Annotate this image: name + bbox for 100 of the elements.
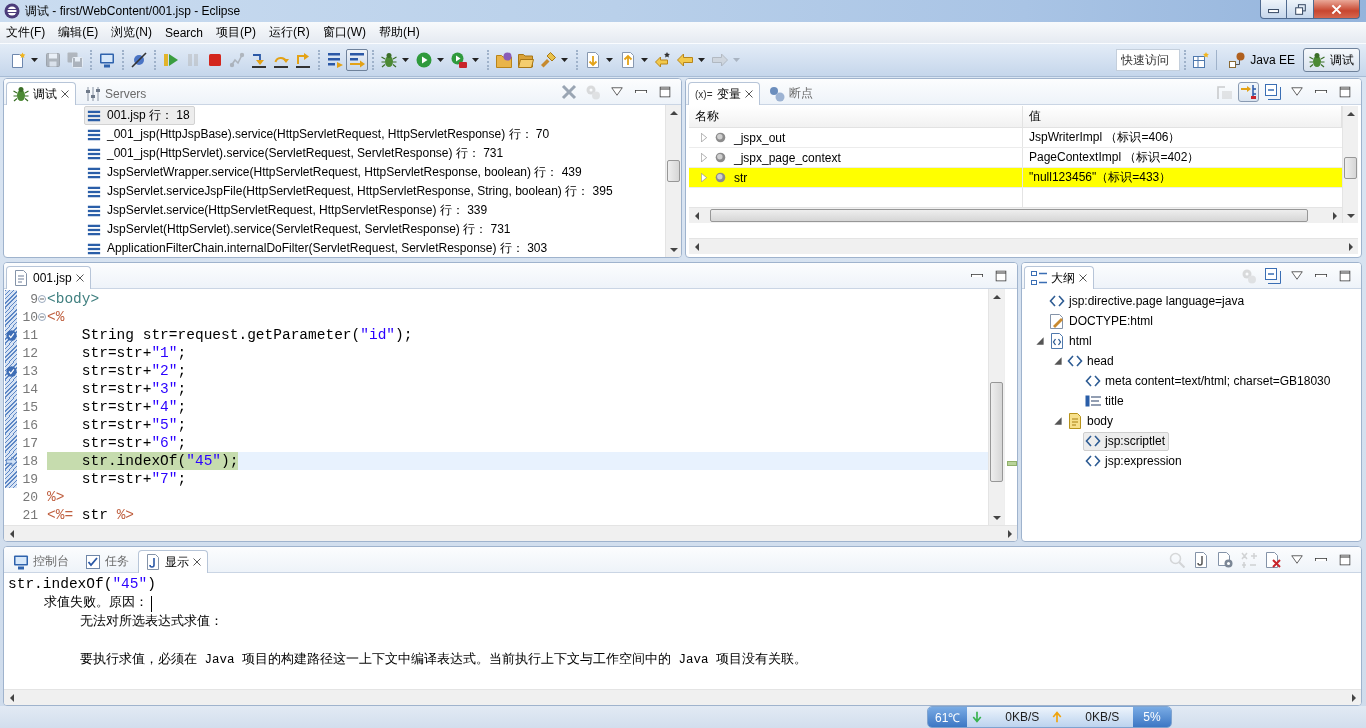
collapse-all-icon — [1264, 83, 1281, 100]
maximize-icon — [1338, 553, 1351, 566]
expanded-arrow-icon[interactable] — [1036, 337, 1044, 345]
collapsed-arrow-icon[interactable] — [701, 172, 707, 183]
expanded-arrow-icon[interactable] — [1054, 357, 1062, 365]
horizontal-scrollbar[interactable] — [4, 689, 1361, 705]
view-action-button[interactable] — [1262, 265, 1283, 286]
stack-frame[interactable]: JspServlet(HttpServlet).service(ServletRequest, ServletResponse) 行： 731 — [84, 220, 516, 239]
outline-node[interactable]: head — [1065, 351, 1118, 371]
view-tab[interactable]: 控制台 — [6, 550, 76, 572]
maximize-icon — [1338, 85, 1351, 98]
line-number: 21 — [21, 507, 38, 523]
download-arrow-icon — [971, 711, 984, 723]
view-action-button[interactable] — [1238, 81, 1259, 102]
quick-access-field[interactable]: 快速访问 — [1116, 49, 1181, 71]
fold-minus-icon[interactable] — [38, 313, 46, 321]
dropdown-caret-icon — [471, 58, 479, 62]
stack-frame[interactable]: _001_jsp(HttpServlet).service(ServletRequest, ServletResponse) 行： 731 — [84, 144, 509, 163]
zigzag-line-icon — [229, 52, 245, 68]
outline-node[interactable]: jsp:expression — [1083, 451, 1186, 471]
menu-item[interactable]: 运行(R) — [264, 22, 318, 43]
monitor-icon — [13, 553, 29, 570]
line-number: 19 — [21, 471, 38, 487]
variable-dot-icon — [715, 172, 726, 183]
expression-text: str.indexOf("45") — [8, 575, 156, 594]
page-down-arrow-icon — [585, 52, 601, 68]
line-number: 17 — [21, 435, 38, 451]
menu-item[interactable]: 项目(P) — [211, 22, 265, 43]
variable-row[interactable]: str "null123456"（标识=433） — [689, 168, 1342, 188]
code-line: str=str+"7"; — [80, 470, 187, 488]
close-icon[interactable] — [193, 558, 201, 566]
close-window-button[interactable] — [1314, 0, 1360, 19]
stack-frame[interactable]: JspServlet.service(HttpServletRequest, HttpServletResponse) 行： 339 — [84, 201, 493, 220]
view-tab[interactable]: 任务 — [78, 550, 136, 572]
flashlight-icon — [540, 52, 556, 68]
table-star-icon — [1193, 52, 1210, 68]
view-tab[interactable]: 大纲 — [1024, 266, 1094, 289]
fold-minus-icon[interactable] — [38, 295, 46, 303]
stack-frame[interactable]: 001.jsp 行： 18 — [84, 106, 195, 125]
close-icon[interactable] — [75, 274, 84, 282]
stack-frame[interactable]: JspServletWrapper.service(HttpServletRequest, HttpServletResponse, boolean) 行： 439 — [84, 163, 587, 182]
resume-icon — [163, 52, 179, 68]
collapsed-arrow-icon[interactable] — [701, 152, 707, 163]
view-menu-icon — [610, 87, 623, 96]
close-icon[interactable] — [1079, 274, 1087, 282]
variable-value: JspWriterImpl （标识=406） — [1029, 129, 1181, 146]
view-menu-icon — [1290, 271, 1303, 280]
menu-item[interactable]: Search — [160, 22, 212, 43]
column-header[interactable]: 值 — [1023, 106, 1342, 128]
variable-row[interactable]: _jspx_out JspWriterImpl （标识=406） — [689, 128, 1342, 148]
angle-brackets-icon — [1085, 435, 1101, 447]
perspective-button[interactable]: 调试 — [1303, 48, 1360, 72]
column-header[interactable]: 名称 — [689, 106, 1023, 128]
menu-item[interactable]: 编辑(E) — [53, 22, 107, 43]
outline-node[interactable]: DOCTYPE:html — [1047, 311, 1157, 331]
stack-frame[interactable]: _001_jsp(HttpJspBase).service(HttpServletRequest, HttpServletResponse) 行： 70 — [84, 125, 555, 144]
horizontal-scrollbar[interactable] — [689, 207, 1342, 223]
list-lines-icon — [87, 127, 101, 142]
minimize-icon — [970, 273, 983, 278]
close-icon[interactable] — [744, 90, 753, 98]
vertical-scrollbar[interactable] — [1342, 106, 1358, 223]
stack-frame[interactable]: ApplicationFilterChain.internalDoFilter(ServletRequest, ServletResponse) 行： 303 — [84, 239, 553, 257]
vertical-scrollbar[interactable] — [665, 105, 681, 257]
bug-icon — [381, 52, 397, 68]
outline-node[interactable]: body — [1065, 411, 1118, 431]
outline-node[interactable]: title — [1083, 391, 1128, 411]
view-tab[interactable]: 调试 — [6, 82, 76, 105]
horizontal-scrollbar[interactable] — [4, 525, 1017, 541]
outline-node[interactable]: jsp:scriptlet — [1083, 431, 1170, 451]
minimize-window-button[interactable] — [1260, 0, 1287, 19]
menu-item[interactable]: 浏览(N) — [106, 22, 160, 43]
toolbar-button[interactable] — [346, 49, 368, 71]
view-action-button[interactable] — [1262, 81, 1283, 102]
line-number: 16 — [21, 417, 38, 433]
vertical-scrollbar[interactable] — [988, 289, 1004, 525]
menu-item[interactable]: 文件(F) — [1, 22, 54, 43]
outline-node[interactable]: meta content=text/html; charset=GB18030 — [1083, 371, 1335, 391]
close-icon[interactable] — [61, 90, 69, 98]
view-tab[interactable]: 001.jsp — [6, 266, 91, 289]
list-lines-icon — [87, 146, 101, 161]
open-folder-icon — [518, 52, 534, 68]
stack-frame[interactable]: JspServlet.serviceJspFile(HttpServletRequest, HttpServletResponse, String, boolean) 行： 395 — [84, 182, 618, 201]
view-tab[interactable]: 断点 — [761, 82, 820, 104]
view-tab[interactable]: Servers — [78, 82, 154, 104]
outline-node[interactable]: html — [1047, 331, 1096, 351]
boxes-list-icon — [1031, 270, 1047, 286]
stop-icon — [207, 52, 223, 68]
horizontal-scrollbar[interactable] — [689, 238, 1358, 254]
restore-window-button[interactable] — [1287, 0, 1314, 19]
view-tab[interactable]: (x)= 变量 — [688, 82, 760, 105]
menu-item[interactable]: 帮助(H) — [374, 22, 428, 43]
outline-node[interactable]: jsp:directive.page language=java — [1047, 291, 1249, 311]
menu-item[interactable]: 窗口(W) — [317, 22, 375, 43]
restore-icon — [1294, 3, 1306, 15]
new-file-icon — [10, 52, 26, 68]
collapsed-arrow-icon[interactable] — [701, 132, 707, 143]
code-line: str=str+"2"; — [80, 362, 187, 380]
perspective-button[interactable]: Java EE — [1223, 48, 1301, 72]
view-tab[interactable]: 显示 — [138, 550, 208, 573]
expanded-arrow-icon[interactable] — [1054, 417, 1062, 425]
